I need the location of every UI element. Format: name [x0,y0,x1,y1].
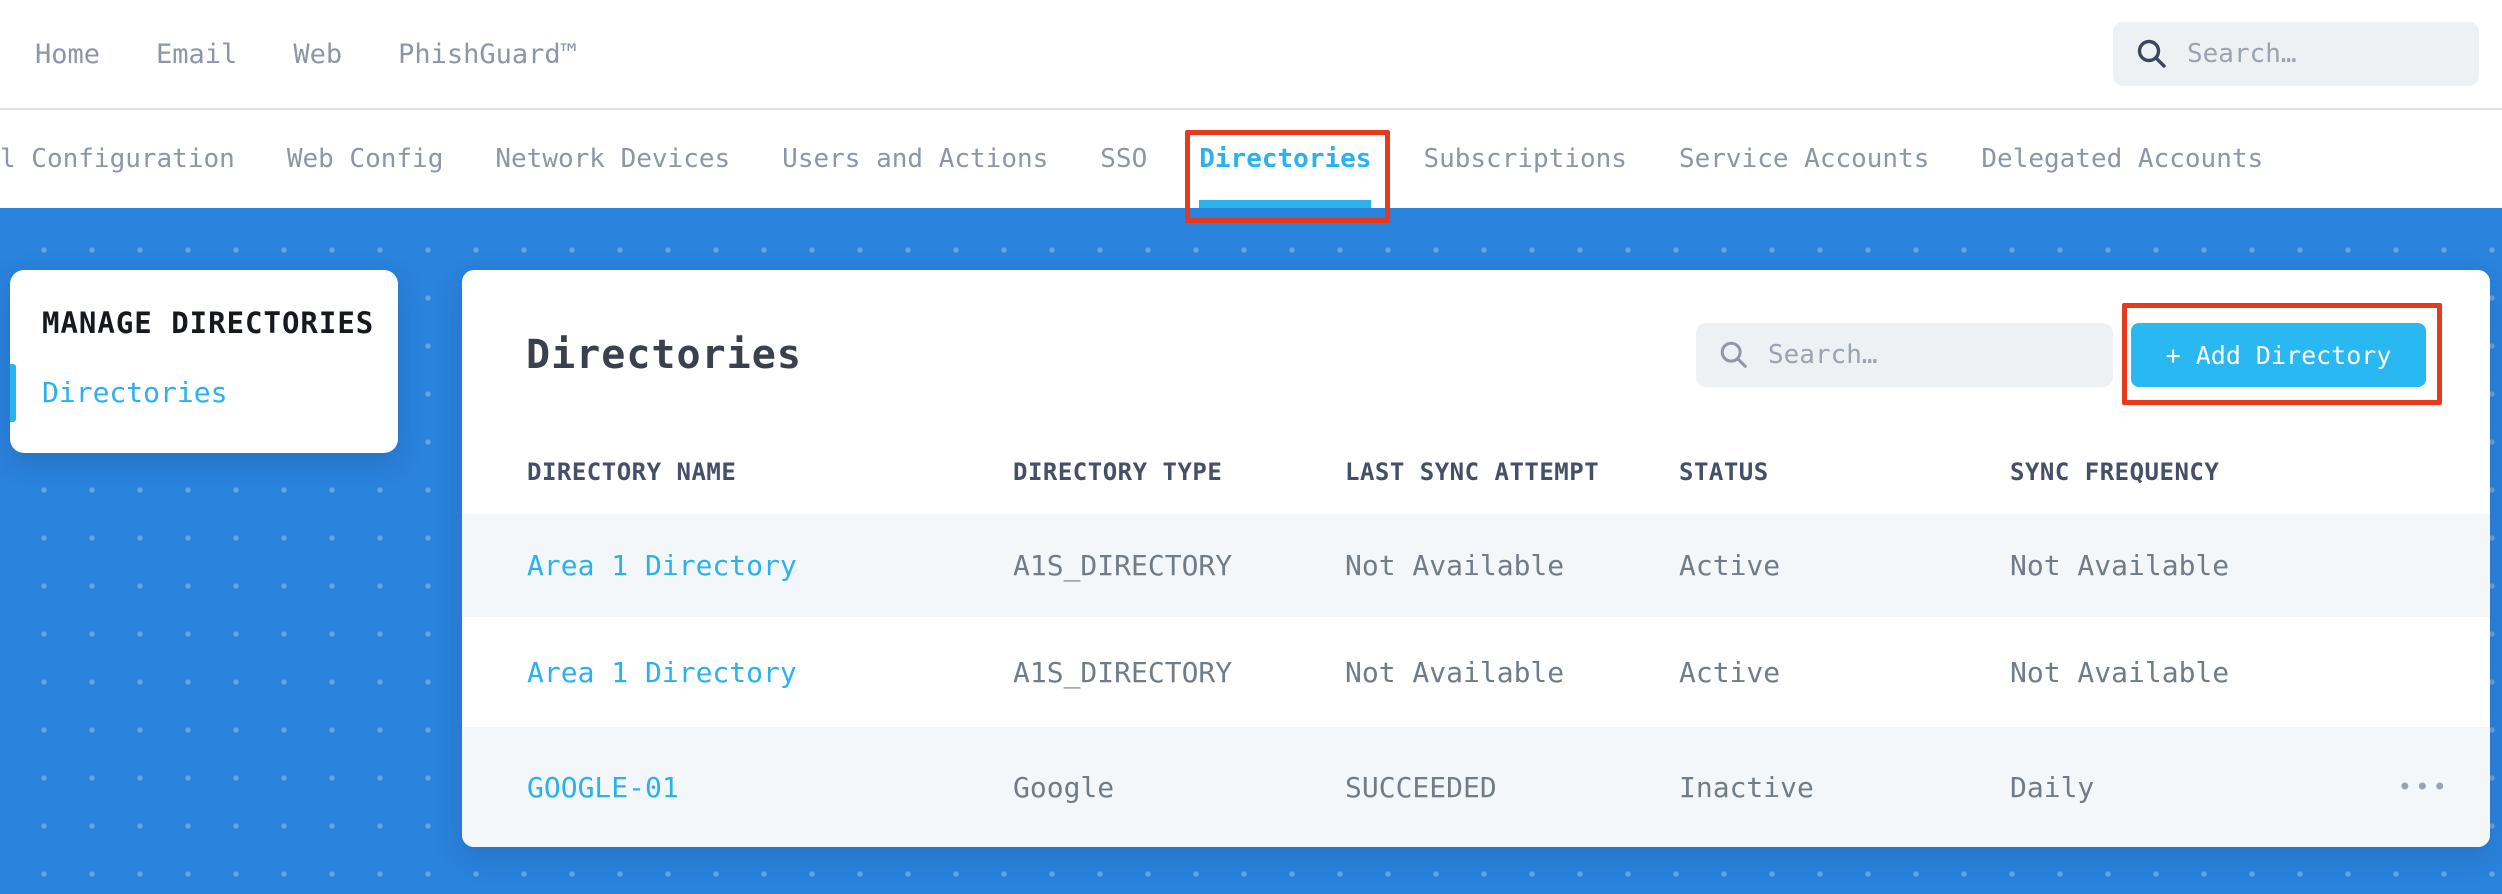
page-background: MANAGE DIRECTORIES Directories Directori… [0,208,2502,894]
tab-web-config[interactable]: Web Config [287,110,444,208]
active-item-indicator [10,364,16,422]
directory-name-link[interactable]: Area 1 Directory [527,549,1013,582]
tab-email-configuration[interactable]: l Configuration [0,110,235,208]
tab-network-devices[interactable]: Network Devices [495,110,730,208]
primary-nav: Home Email Web PhishGuard™ [0,0,2502,110]
directory-name-link[interactable]: GOOGLE-01 [527,771,1013,804]
card-header: Directories + Add Directory [462,270,2490,430]
tab-directories-label: Directories [1199,144,1372,174]
table-row: Area 1 Directory A1S_DIRECTORY Not Avail… [462,514,2490,617]
manage-directories-card: MANAGE DIRECTORIES Directories [10,270,398,453]
tab-delegated-accounts[interactable]: Delegated Accounts [1981,110,2263,208]
table-row: Area 1 Directory A1S_DIRECTORY Not Avail… [462,617,2490,727]
add-directory-button[interactable]: + Add Directory [2131,323,2426,387]
primary-nav-items: Home Email Web PhishGuard™ [0,39,577,70]
directories-search-input[interactable] [1766,339,2109,371]
active-tab-underline [1199,200,1372,208]
col-last-sync-attempt: LAST SYNC ATTEMPT [1345,458,1600,486]
nav-email[interactable]: Email [156,39,237,70]
tab-service-accounts[interactable]: Service Accounts [1679,110,1929,208]
directory-type-cell: A1S_DIRECTORY [1013,655,1233,689]
last-sync-cell: SUCCEEDED [1345,770,1497,804]
page-title: Directories [526,332,802,378]
global-search-input[interactable] [2185,38,2475,70]
card-header-controls: + Add Directory [1696,303,2442,405]
tab-subscriptions[interactable]: Subscriptions [1423,110,1627,208]
nav-web[interactable]: Web [293,39,342,70]
col-sync-frequency: SYNC FREQUENCY [2010,458,2220,486]
nav-phishguard[interactable]: PhishGuard™ [398,39,577,70]
directories-search[interactable] [1696,323,2113,387]
col-status: STATUS [1679,458,1769,486]
secondary-nav: l Configuration Web Config Network Devic… [0,110,2502,223]
directories-card: Directories + Add Directory [462,270,2490,847]
search-icon [2137,39,2166,68]
add-directory-wrap: + Add Directory [2122,303,2442,405]
directory-name-link[interactable]: Area 1 Directory [527,656,1013,689]
sync-frequency-cell: Not Available [2010,549,2230,582]
row-actions-menu-icon[interactable]: ••• [2352,773,2490,801]
global-search[interactable] [2113,22,2479,86]
table-header: DIRECTORY NAME DIRECTORY TYPE LAST SYNC … [462,430,2490,514]
status-cell: Active [1679,549,1781,582]
directory-type-cell: Google [1013,770,1115,804]
tab-sso[interactable]: SSO [1100,110,1147,208]
sync-frequency-cell: Daily [2010,770,2095,804]
directory-type-cell: A1S_DIRECTORY [1013,549,1233,582]
col-directory-type: DIRECTORY TYPE [1013,458,1223,486]
table-row: GOOGLE-01 Google SUCCEEDED Inactive Dail… [462,727,2490,847]
col-directory-name: DIRECTORY NAME [527,458,737,486]
search-icon [1720,341,1747,368]
last-sync-cell: Not Available [1345,549,1565,582]
sidebar-item-directories[interactable]: Directories [10,364,398,422]
sidebar-title: MANAGE DIRECTORIES [42,306,375,340]
status-cell: Active [1679,655,1781,689]
last-sync-cell: Not Available [1345,655,1565,689]
status-cell: Inactive [1679,770,1814,804]
tab-directories[interactable]: Directories [1185,110,1391,223]
sidebar-item-directories-link[interactable]: Directories [42,376,227,409]
tab-users-and-actions[interactable]: Users and Actions [782,110,1048,208]
sync-frequency-cell: Not Available [2010,655,2230,689]
app-window: Home Email Web PhishGuard™ l Configurati… [0,0,2502,894]
nav-home[interactable]: Home [35,39,100,70]
